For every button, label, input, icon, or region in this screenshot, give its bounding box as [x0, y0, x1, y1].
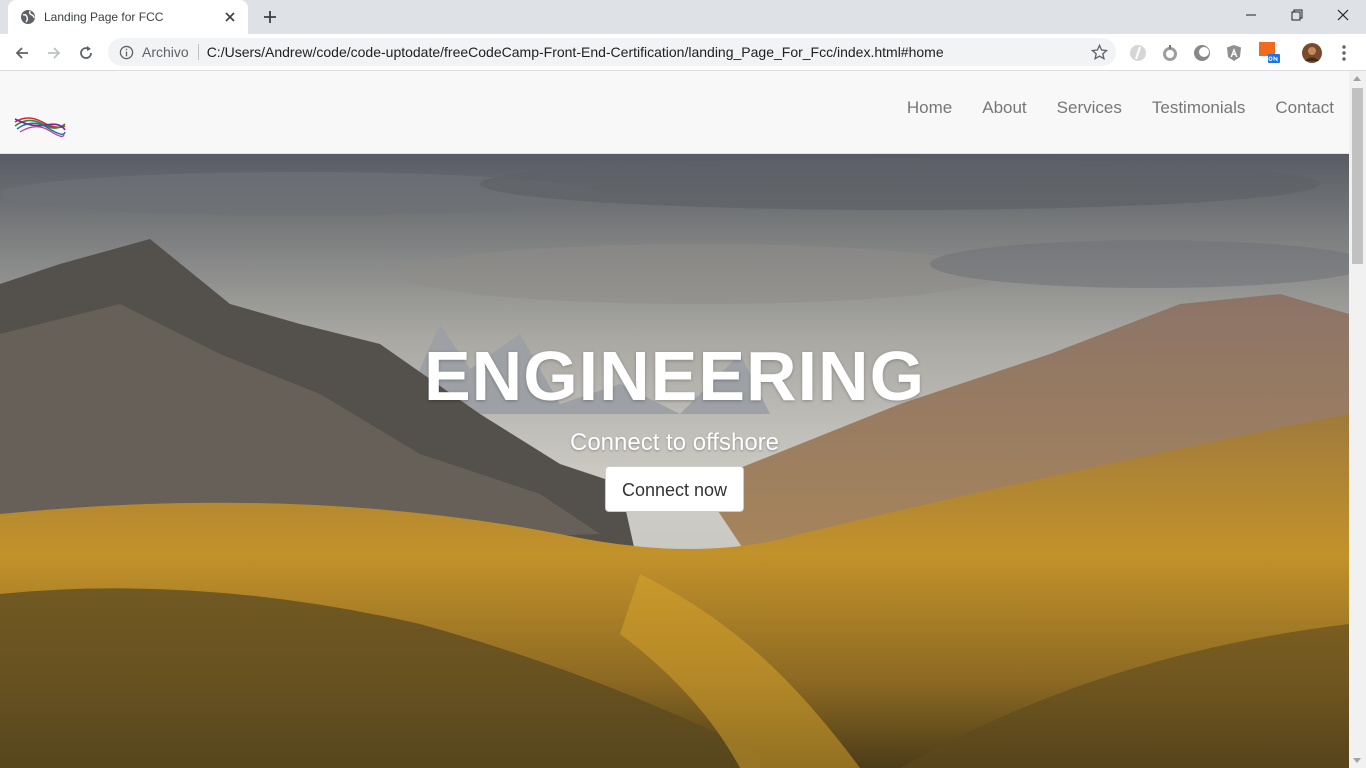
address-bar[interactable]: Archivo C:/Users/Andrew/code/code-uptoda…	[108, 38, 1116, 66]
nav-link-testimonials[interactable]: Testimonials	[1137, 98, 1261, 118]
window-close-icon[interactable]	[1320, 0, 1366, 30]
url-text[interactable]: C:/Users/Andrew/code/code-uptodate/freeC…	[207, 44, 944, 60]
hero-title: ENGINEERING	[423, 337, 926, 415]
browser-toolbar: Archivo C:/Users/Andrew/code/code-uptoda…	[0, 34, 1366, 71]
scrollbar-thumb[interactable]	[1352, 88, 1363, 264]
browser-tabstrip: Landing Page for FCC	[0, 0, 1366, 34]
plus-icon[interactable]	[258, 5, 282, 29]
extension-icon[interactable]	[1128, 43, 1148, 63]
angular-icon[interactable]	[1224, 43, 1244, 63]
reload-icon[interactable]	[73, 40, 99, 66]
hero-section: ENGINEERING Connect to offshore Connect …	[0, 154, 1349, 768]
scroll-down-icon[interactable]	[1353, 758, 1361, 763]
scroll-up-icon[interactable]	[1353, 76, 1361, 81]
extension-icon[interactable]	[1160, 43, 1180, 63]
extension-on-icon[interactable]	[1258, 41, 1282, 65]
page-info-label[interactable]: Archivo	[142, 44, 189, 60]
info-icon[interactable]	[118, 44, 134, 60]
avatar[interactable]	[1302, 43, 1322, 63]
extension-icon[interactable]	[1192, 43, 1212, 63]
site-logo[interactable]	[14, 112, 66, 140]
page-viewport: Home About Services Testimonials Contact	[0, 71, 1366, 768]
nav-link-home[interactable]: Home	[892, 98, 967, 118]
globe-icon	[20, 9, 36, 25]
back-icon[interactable]	[9, 40, 35, 66]
tab-title: Landing Page for FCC	[44, 10, 164, 24]
restore-icon[interactable]	[1274, 0, 1320, 30]
browser-tab[interactable]: Landing Page for FCC	[8, 0, 248, 34]
nav-link-contact[interactable]: Contact	[1260, 98, 1349, 118]
page-scrollbar[interactable]	[1349, 71, 1366, 768]
nav-link-services[interactable]: Services	[1042, 98, 1137, 118]
forward-icon[interactable]	[41, 40, 67, 66]
connect-now-button[interactable]: Connect now	[604, 466, 745, 512]
omnibox-divider	[197, 44, 199, 60]
hero-content: ENGINEERING Connect to offshore Connect …	[0, 334, 1349, 512]
site-navbar: Home About Services Testimonials Contact	[0, 71, 1349, 154]
menu-icon[interactable]	[1334, 43, 1354, 63]
close-icon[interactable]	[222, 9, 238, 25]
hero-subtitle: Connect to offshore	[569, 429, 780, 456]
star-icon[interactable]	[1090, 43, 1108, 61]
site-menu: Home About Services Testimonials Contact	[892, 98, 1349, 118]
minimize-icon[interactable]	[1228, 0, 1274, 30]
nav-link-about[interactable]: About	[967, 98, 1041, 118]
